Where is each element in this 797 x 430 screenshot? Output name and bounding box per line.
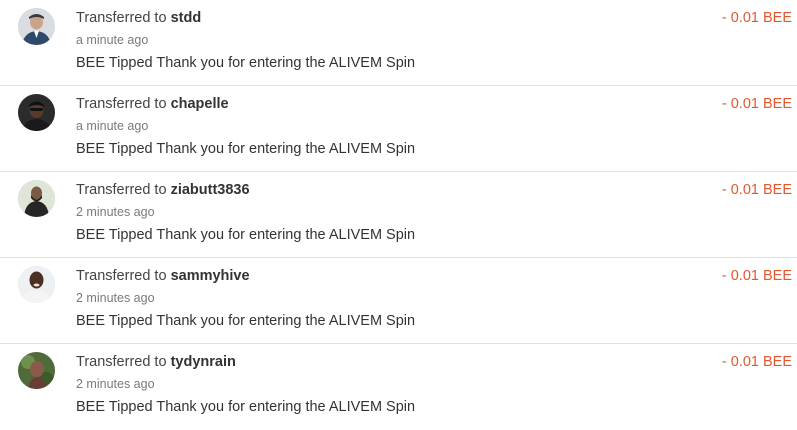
transfer-timestamp: 2 minutes ago (76, 377, 155, 391)
transfer-timestamp: a minute ago (76, 119, 149, 133)
recipient-username-link[interactable]: sammyhive (171, 268, 250, 284)
transfer-title: Transferred to stdd (76, 10, 201, 26)
transfer-title: Transferred to tydynrain (76, 354, 236, 370)
user-avatar-icon (18, 266, 55, 303)
transfer-prefix: Transferred to (76, 96, 167, 112)
transfer-amount: - 0.01 BEE (721, 268, 792, 284)
user-avatar-icon (18, 94, 55, 131)
user-avatar[interactable] (18, 352, 55, 389)
transfer-row: Transferred to ziabutt3836 2 minutes ago… (0, 172, 797, 258)
transfer-memo: BEE Tipped Thank you for entering the AL… (76, 399, 416, 415)
user-avatar-icon (18, 180, 55, 217)
transfer-timestamp: 2 minutes ago (76, 291, 155, 305)
transfer-prefix: Transferred to (76, 268, 167, 284)
transfer-memo: BEE Tipped Thank you for entering the AL… (76, 227, 416, 243)
recipient-username-link[interactable]: tydynrain (171, 354, 236, 370)
transfer-timestamp: 2 minutes ago (76, 205, 155, 219)
transfer-title: Transferred to chapelle (76, 96, 229, 112)
transfer-memo: BEE Tipped Thank you for entering the AL… (76, 141, 416, 157)
transfer-memo: BEE Tipped Thank you for entering the AL… (76, 55, 416, 71)
transfer-amount: - 0.01 BEE (721, 96, 792, 112)
transfer-row: Transferred to stdd a minute ago BEE Tip… (0, 0, 797, 86)
transfer-memo: BEE Tipped Thank you for entering the AL… (76, 313, 416, 329)
transfer-amount: - 0.01 BEE (721, 354, 792, 370)
transfer-title: Transferred to ziabutt3836 (76, 182, 250, 198)
user-avatar-icon (18, 352, 55, 389)
transfer-timestamp: a minute ago (76, 33, 149, 47)
recipient-username-link[interactable]: stdd (171, 10, 202, 26)
transfer-row: Transferred to tydynrain 2 minutes ago B… (0, 344, 797, 430)
transfer-row: Transferred to chapelle a minute ago BEE… (0, 86, 797, 172)
transfer-amount: - 0.01 BEE (721, 182, 792, 198)
transfer-prefix: Transferred to (76, 10, 167, 26)
user-avatar[interactable] (18, 266, 55, 303)
user-avatar-icon (18, 8, 55, 45)
recipient-username-link[interactable]: ziabutt3836 (171, 182, 250, 198)
transfer-prefix: Transferred to (76, 354, 167, 370)
transfer-prefix: Transferred to (76, 182, 167, 198)
user-avatar[interactable] (18, 180, 55, 217)
transfer-row: Transferred to sammyhive 2 minutes ago B… (0, 258, 797, 344)
user-avatar[interactable] (18, 8, 55, 45)
user-avatar[interactable] (18, 94, 55, 131)
transfer-history-list: Transferred to stdd a minute ago BEE Tip… (0, 0, 797, 430)
transfer-amount: - 0.01 BEE (721, 10, 792, 26)
recipient-username-link[interactable]: chapelle (171, 96, 229, 112)
transfer-title: Transferred to sammyhive (76, 268, 250, 284)
